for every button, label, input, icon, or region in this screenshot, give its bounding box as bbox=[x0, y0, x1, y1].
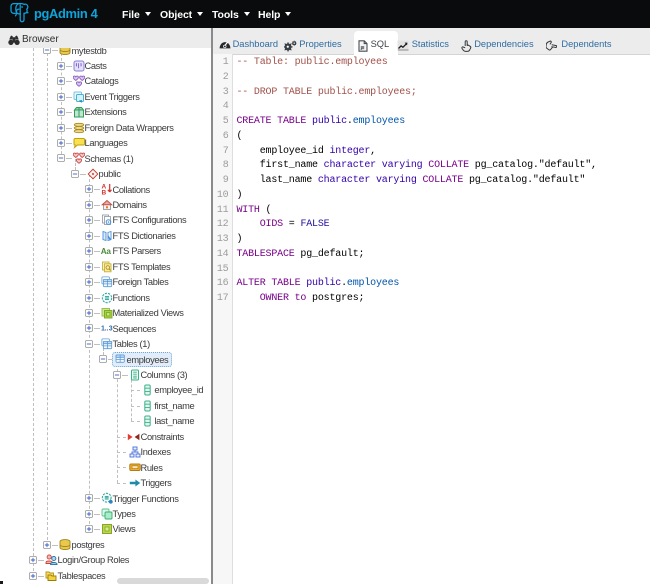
svg-text:B: B bbox=[101, 190, 106, 196]
svg-text:Aa: Aa bbox=[101, 247, 111, 256]
